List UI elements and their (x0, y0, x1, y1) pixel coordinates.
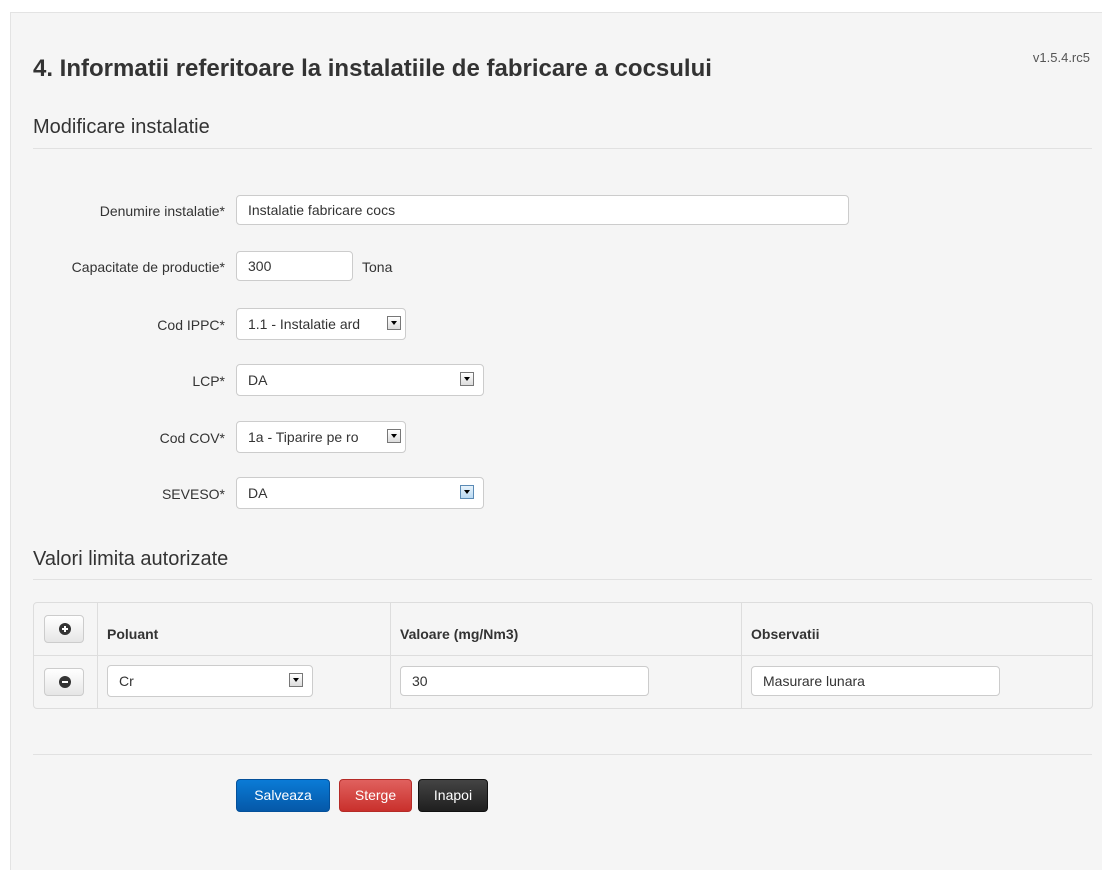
header-value: Valoare (mg/Nm3) (400, 626, 519, 642)
header-pollutant: Poluant (107, 626, 159, 642)
seveso-select-value: DA (248, 485, 268, 501)
minus-circle-icon (59, 676, 71, 688)
seveso-select[interactable]: DA (236, 477, 484, 509)
limits-table: Poluant Valoare (mg/Nm3) Observatii Cr 3… (33, 602, 1093, 709)
pollutant-select[interactable]: Cr (107, 665, 313, 697)
save-button[interactable]: Salveaza (236, 779, 330, 812)
chevron-down-icon (289, 673, 303, 687)
name-input[interactable]: Instalatie fabricare cocs (236, 195, 849, 225)
plus-circle-icon (59, 623, 71, 635)
version-label: v1.5.4.rc5 (1032, 50, 1090, 65)
cov-select-value: 1a - Tiparire pe ro (248, 429, 359, 445)
row-divider (34, 655, 1092, 656)
pollutant-select-value: Cr (119, 673, 134, 689)
divider (33, 148, 1092, 149)
chevron-down-icon (460, 372, 474, 386)
capacity-unit: Tona (362, 259, 393, 275)
divider (33, 754, 1092, 755)
section-title-limits: Valori limita autorizate (33, 548, 229, 570)
page-title: 4. Informatii referitoare la instalatiil… (33, 55, 712, 82)
remove-row-button[interactable] (44, 668, 84, 696)
delete-button[interactable]: Sterge (339, 779, 412, 812)
chevron-down-icon (460, 485, 474, 499)
ippc-select[interactable]: 1.1 - Instalatie ard (236, 308, 406, 340)
lcp-select-value: DA (248, 372, 268, 388)
notes-input[interactable]: Masurare lunara (751, 666, 1000, 696)
form-panel: v1.5.4.rc5 4. Informatii referitoare la … (10, 12, 1102, 870)
name-label: Denumire instalatie* (99, 203, 225, 219)
cov-select[interactable]: 1a - Tiparire pe ro (236, 421, 406, 453)
cov-label: Cod COV* (159, 430, 225, 446)
lcp-select[interactable]: DA (236, 364, 484, 396)
add-row-button[interactable] (44, 615, 84, 643)
chevron-down-icon (387, 316, 401, 330)
capacity-label: Capacitate de productie* (71, 259, 225, 275)
divider (33, 579, 1092, 580)
ippc-label: Cod IPPC* (157, 317, 225, 333)
header-notes: Observatii (751, 626, 820, 642)
seveso-label: SEVESO* (161, 486, 225, 502)
ippc-select-value: 1.1 - Instalatie ard (248, 316, 361, 332)
back-button[interactable]: Inapoi (418, 779, 488, 812)
capacity-input[interactable]: 300 (236, 251, 353, 281)
chevron-down-icon (387, 429, 401, 443)
lcp-label: LCP* (192, 373, 225, 389)
value-input[interactable]: 30 (400, 666, 649, 696)
section-title-edit: Modificare instalatie (33, 116, 210, 138)
